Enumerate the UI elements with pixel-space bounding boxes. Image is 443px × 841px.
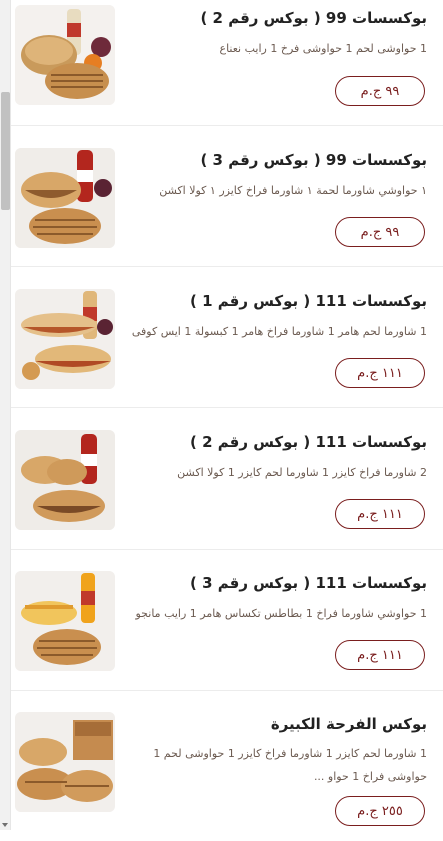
- list-item[interactable]: بوكسسات 99 ( بوكس رقم 3 ) ١ حواوشي شاورم…: [11, 126, 443, 267]
- product-image: [15, 148, 115, 248]
- item-title: بوكسسات 99 ( بوكس رقم 3 ): [200, 151, 427, 169]
- price-button[interactable]: ١١١ ج.م: [335, 640, 425, 670]
- list-item[interactable]: بوكسسات 99 ( بوكس رقم 2 ) 1 حواوشى لحم 1…: [11, 0, 443, 126]
- item-description: 2 شاورما فراخ كايزر 1 شاورما لحم كايزر 1…: [177, 466, 427, 479]
- item-title: بوكسسات 99 ( بوكس رقم 2 ): [200, 9, 427, 27]
- product-image: [15, 5, 115, 105]
- product-image: [15, 289, 115, 389]
- list-item[interactable]: بوكسسات 111 ( بوكس رقم 3 ) 1 حواوشي شاور…: [11, 550, 443, 691]
- price-button[interactable]: ١١١ ج.م: [335, 499, 425, 529]
- item-description: 1 شاورما لحم كايزر 1 شاورما فراخ كايزر 1…: [153, 747, 427, 783]
- price-button[interactable]: ٩٩ ج.م: [335, 76, 425, 106]
- list-item[interactable]: بوكسسات 111 ( بوكس رقم 1 ) 1 شاورما لحم …: [11, 267, 443, 408]
- item-description: 1 حواوشى لحم 1 حواوشى فرخ 1 رايب نعناع: [219, 42, 427, 55]
- price-button[interactable]: ٢٥٥ ج.م: [335, 796, 425, 826]
- item-description: 1 شاورما لحم هامر 1 شاورما فراخ هامر 1 ك…: [131, 325, 427, 338]
- item-title: بوكسسات 111 ( بوكس رقم 3 ): [190, 574, 427, 592]
- product-image: [15, 712, 115, 812]
- scroll-down-arrow-icon[interactable]: [2, 823, 8, 827]
- scrollbar-thumb[interactable]: [1, 92, 10, 210]
- item-description: ١ حواوشي شاورما لحمة ١ شاورما فراخ كايزر…: [159, 184, 427, 197]
- price-button[interactable]: ٩٩ ج.م: [335, 217, 425, 247]
- price-button[interactable]: ١١١ ج.م: [335, 358, 425, 388]
- product-image: [15, 430, 115, 530]
- item-title: بوكسسات 111 ( بوكس رقم 2 ): [190, 433, 427, 451]
- list-item[interactable]: بوكس الفرحة الكبيرة 1 شاورما لحم كايزر 1…: [11, 691, 443, 841]
- item-title: بوكسسات 111 ( بوكس رقم 1 ): [190, 292, 427, 310]
- list-item[interactable]: بوكسسات 111 ( بوكس رقم 2 ) 2 شاورما فراخ…: [11, 408, 443, 550]
- item-title: بوكس الفرحة الكبيرة: [270, 715, 427, 733]
- item-description: 1 حواوشي شاورما فراخ 1 بطاطس تكساس هامر …: [135, 607, 427, 620]
- vertical-scrollbar[interactable]: [0, 0, 11, 830]
- product-image: [15, 571, 115, 671]
